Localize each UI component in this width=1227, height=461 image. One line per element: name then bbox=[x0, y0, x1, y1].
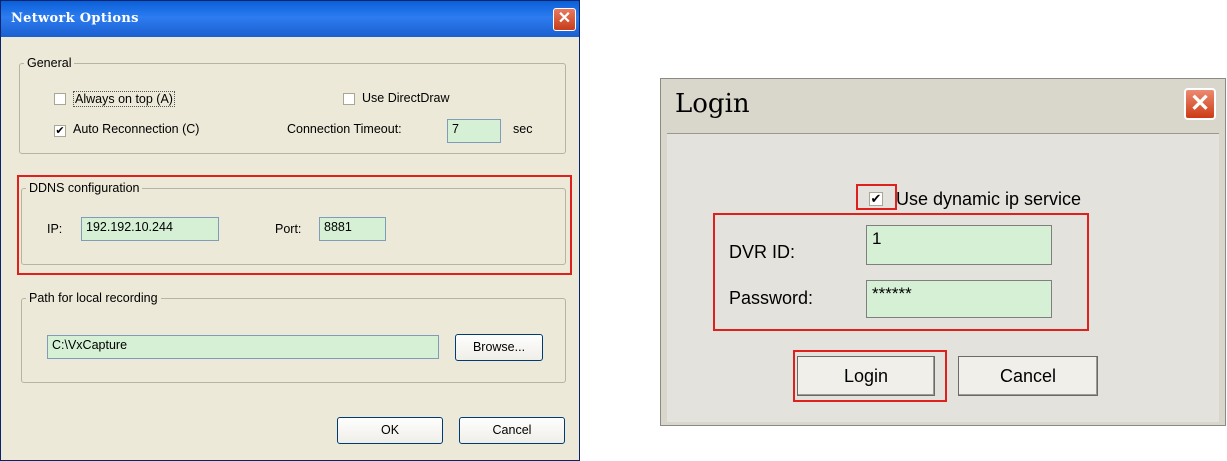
network-options-dialog: Network Options ✕ General Always on top … bbox=[0, 0, 580, 461]
dialog-title: Network Options bbox=[11, 11, 139, 26]
login-button-highlight-box bbox=[793, 350, 947, 402]
login-title: Login bbox=[675, 89, 750, 119]
dvr-id-input[interactable]: 1 bbox=[866, 225, 1052, 265]
auto-reconnection-checkbox[interactable]: ✔ bbox=[54, 125, 66, 137]
use-directdraw-label[interactable]: Use DirectDraw bbox=[362, 91, 450, 105]
port-label: Port: bbox=[275, 222, 302, 236]
cancel-button[interactable]: Cancel bbox=[459, 417, 565, 444]
close-icon[interactable]: ✕ bbox=[1184, 88, 1216, 120]
login-dialog: Login ✕ ✔ Use dynamic ip service DVR ID:… bbox=[660, 78, 1226, 426]
title-bar[interactable]: Network Options ✕ bbox=[1, 1, 579, 37]
use-dynamic-ip-label[interactable]: Use dynamic ip service bbox=[896, 189, 1081, 210]
always-on-top-label[interactable]: Always on top (A) bbox=[73, 91, 175, 107]
login-title-bar[interactable]: Login ✕ bbox=[661, 79, 1225, 131]
ip-label: IP: bbox=[47, 222, 63, 236]
dynamic-ip-highlight-box bbox=[856, 184, 897, 210]
ok-button[interactable]: OK bbox=[337, 417, 443, 444]
password-input[interactable]: ****** bbox=[866, 280, 1052, 318]
recording-path-legend: Path for local recording bbox=[29, 291, 158, 305]
port-input[interactable]: 8881 bbox=[319, 217, 386, 241]
recording-path-input[interactable]: C:\VxCapture bbox=[47, 335, 439, 359]
use-directdraw-checkbox[interactable] bbox=[343, 93, 355, 105]
always-on-top-checkbox[interactable] bbox=[54, 93, 66, 105]
dvr-id-label: DVR ID: bbox=[729, 242, 796, 262]
close-icon[interactable]: ✕ bbox=[553, 8, 576, 31]
ip-input[interactable]: 192.192.10.244 bbox=[81, 217, 219, 241]
auto-reconnection-label[interactable]: Auto Reconnection (C) bbox=[73, 122, 199, 136]
cancel-button[interactable]: Cancel bbox=[958, 356, 1098, 396]
password-label: Password: bbox=[729, 288, 814, 308]
general-legend: General bbox=[27, 56, 72, 70]
connection-timeout-label: Connection Timeout: bbox=[287, 122, 402, 136]
timeout-unit-label: sec bbox=[513, 122, 533, 136]
browse-button[interactable]: Browse... bbox=[455, 334, 543, 361]
connection-timeout-input[interactable]: 7 bbox=[447, 119, 501, 143]
